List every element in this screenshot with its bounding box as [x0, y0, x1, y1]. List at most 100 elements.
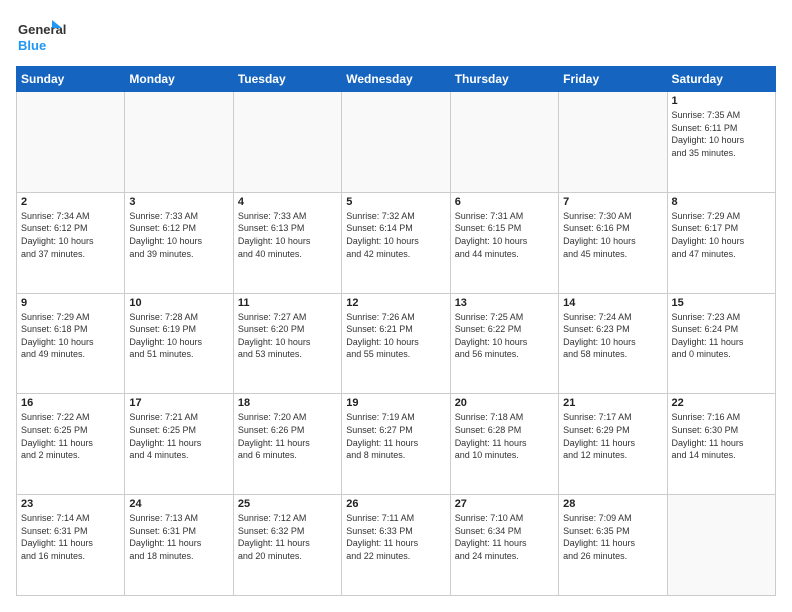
day-number: 4 [238, 196, 337, 208]
day-info: Sunrise: 7:12 AM Sunset: 6:32 PM Dayligh… [238, 512, 337, 562]
day-number: 12 [346, 297, 445, 309]
day-info: Sunrise: 7:23 AM Sunset: 6:24 PM Dayligh… [672, 311, 771, 361]
svg-text:General: General [18, 22, 66, 37]
day-number: 9 [21, 297, 120, 309]
day-number: 22 [672, 397, 771, 409]
calendar-cell: 28 Sunrise: 7:09 AM Sunset: 6:35 PM Dayli… [559, 495, 667, 596]
col-header-thursday: Thursday [450, 67, 558, 92]
day-number: 24 [129, 498, 228, 510]
day-number: 25 [238, 498, 337, 510]
col-header-friday: Friday [559, 67, 667, 92]
calendar-cell [559, 92, 667, 193]
day-info: Sunrise: 7:35 AM Sunset: 6:11 PM Dayligh… [672, 109, 771, 159]
calendar-cell: 18Sunrise: 7:20 AM Sunset: 6:26 PM Dayli… [233, 394, 341, 495]
calendar-cell: 9 Sunrise: 7:29 AM Sunset: 6:18 PM Daylig… [17, 293, 125, 394]
day-info: Sunrise: 7:11 AM Sunset: 6:33 PM Dayligh… [346, 512, 445, 562]
calendar-cell [17, 92, 125, 193]
calendar-cell: 24 Sunrise: 7:13 AM Sunset: 6:31 PM Dayli… [125, 495, 233, 596]
calendar-cell: 25 Sunrise: 7:12 AM Sunset: 6:32 PM Dayli… [233, 495, 341, 596]
day-info: Sunrise: 7:31 AM Sunset: 6:15 PM Dayligh… [455, 210, 554, 260]
calendar-cell: 14Sunrise: 7:24 AM Sunset: 6:23 PM Dayli… [559, 293, 667, 394]
calendar-header-row: SundayMondayTuesdayWednesdayThursdayFrid… [17, 67, 776, 92]
calendar-cell: 7 Sunrise: 7:30 AM Sunset: 6:16 PM Daylig… [559, 192, 667, 293]
calendar-cell: 11 Sunrise: 7:27 AM Sunset: 6:20 PM Dayli… [233, 293, 341, 394]
calendar-table: SundayMondayTuesdayWednesdayThursdayFrid… [16, 66, 776, 596]
day-info: Sunrise: 7:28 AM Sunset: 6:19 PM Dayligh… [129, 311, 228, 361]
day-info: Sunrise: 7:16 AM Sunset: 6:30 PM Dayligh… [672, 411, 771, 461]
day-number: 1 [672, 95, 771, 107]
day-number: 3 [129, 196, 228, 208]
day-info: Sunrise: 7:34 AM Sunset: 6:12 PM Dayligh… [21, 210, 120, 260]
day-number: 19 [346, 397, 445, 409]
calendar-cell: 3 Sunrise: 7:33 AM Sunset: 6:12 PM Daylig… [125, 192, 233, 293]
day-info: Sunrise: 7:10 AM Sunset: 6:34 PM Dayligh… [455, 512, 554, 562]
calendar-cell: 15 Sunrise: 7:23 AM Sunset: 6:24 PM Dayli… [667, 293, 775, 394]
calendar-cell: 13 Sunrise: 7:25 AM Sunset: 6:22 PM Dayli… [450, 293, 558, 394]
day-number: 17 [129, 397, 228, 409]
logo: GeneralBlue [16, 16, 66, 56]
day-info: Sunrise: 7:24 AM Sunset: 6:23 PM Dayligh… [563, 311, 662, 361]
calendar-cell: 27 Sunrise: 7:10 AM Sunset: 6:34 PM Dayli… [450, 495, 558, 596]
day-info: Sunrise: 7:33 AM Sunset: 6:12 PM Dayligh… [129, 210, 228, 260]
day-number: 7 [563, 196, 662, 208]
calendar-cell: 20 Sunrise: 7:18 AM Sunset: 6:28 PM Dayli… [450, 394, 558, 495]
day-number: 13 [455, 297, 554, 309]
day-number: 20 [455, 397, 554, 409]
day-info: Sunrise: 7:32 AM Sunset: 6:14 PM Dayligh… [346, 210, 445, 260]
calendar-cell: 12 Sunrise: 7:26 AM Sunset: 6:21 PM Dayli… [342, 293, 450, 394]
day-number: 26 [346, 498, 445, 510]
calendar-cell: 2 Sunrise: 7:34 AM Sunset: 6:12 PM Daylig… [17, 192, 125, 293]
calendar-cell: 1 Sunrise: 7:35 AM Sunset: 6:11 PM Daylig… [667, 92, 775, 193]
calendar-cell [125, 92, 233, 193]
day-info: Sunrise: 7:26 AM Sunset: 6:21 PM Dayligh… [346, 311, 445, 361]
day-info: Sunrise: 7:13 AM Sunset: 6:31 PM Dayligh… [129, 512, 228, 562]
svg-text:Blue: Blue [18, 38, 46, 53]
day-info: Sunrise: 7:29 AM Sunset: 6:18 PM Dayligh… [21, 311, 120, 361]
calendar-cell: 4Sunrise: 7:33 AM Sunset: 6:13 PM Daylig… [233, 192, 341, 293]
day-info: Sunrise: 7:25 AM Sunset: 6:22 PM Dayligh… [455, 311, 554, 361]
page: GeneralBlue SundayMondayTuesdayWednesday… [0, 0, 792, 612]
col-header-wednesday: Wednesday [342, 67, 450, 92]
calendar-cell: 16Sunrise: 7:22 AM Sunset: 6:25 PM Dayli… [17, 394, 125, 495]
day-info: Sunrise: 7:14 AM Sunset: 6:31 PM Dayligh… [21, 512, 120, 562]
calendar-week-1: 2 Sunrise: 7:34 AM Sunset: 6:12 PM Daylig… [17, 192, 776, 293]
col-header-monday: Monday [125, 67, 233, 92]
day-number: 5 [346, 196, 445, 208]
day-number: 27 [455, 498, 554, 510]
day-number: 15 [672, 297, 771, 309]
day-number: 11 [238, 297, 337, 309]
day-number: 10 [129, 297, 228, 309]
day-number: 21 [563, 397, 662, 409]
calendar-cell: 21Sunrise: 7:17 AM Sunset: 6:29 PM Dayli… [559, 394, 667, 495]
calendar-week-2: 9 Sunrise: 7:29 AM Sunset: 6:18 PM Daylig… [17, 293, 776, 394]
calendar-cell: 19 Sunrise: 7:19 AM Sunset: 6:27 PM Dayli… [342, 394, 450, 495]
day-number: 16 [21, 397, 120, 409]
calendar-cell: 6Sunrise: 7:31 AM Sunset: 6:15 PM Daylig… [450, 192, 558, 293]
calendar-cell: 5 Sunrise: 7:32 AM Sunset: 6:14 PM Daylig… [342, 192, 450, 293]
day-number: 2 [21, 196, 120, 208]
day-info: Sunrise: 7:30 AM Sunset: 6:16 PM Dayligh… [563, 210, 662, 260]
calendar-cell: 22 Sunrise: 7:16 AM Sunset: 6:30 PM Dayli… [667, 394, 775, 495]
calendar-cell: 8 Sunrise: 7:29 AM Sunset: 6:17 PM Daylig… [667, 192, 775, 293]
calendar-cell [450, 92, 558, 193]
day-number: 8 [672, 196, 771, 208]
calendar-cell: 23 Sunrise: 7:14 AM Sunset: 6:31 PM Dayli… [17, 495, 125, 596]
col-header-sunday: Sunday [17, 67, 125, 92]
day-number: 28 [563, 498, 662, 510]
calendar-cell: 17 Sunrise: 7:21 AM Sunset: 6:25 PM Dayli… [125, 394, 233, 495]
col-header-saturday: Saturday [667, 67, 775, 92]
calendar-cell [233, 92, 341, 193]
day-info: Sunrise: 7:20 AM Sunset: 6:26 PM Dayligh… [238, 411, 337, 461]
day-info: Sunrise: 7:09 AM Sunset: 6:35 PM Dayligh… [563, 512, 662, 562]
day-info: Sunrise: 7:19 AM Sunset: 6:27 PM Dayligh… [346, 411, 445, 461]
logo-svg: GeneralBlue [16, 16, 66, 56]
calendar-cell [342, 92, 450, 193]
calendar-week-3: 16Sunrise: 7:22 AM Sunset: 6:25 PM Dayli… [17, 394, 776, 495]
day-info: Sunrise: 7:18 AM Sunset: 6:28 PM Dayligh… [455, 411, 554, 461]
day-info: Sunrise: 7:29 AM Sunset: 6:17 PM Dayligh… [672, 210, 771, 260]
calendar-cell: 26 Sunrise: 7:11 AM Sunset: 6:33 PM Dayli… [342, 495, 450, 596]
day-info: Sunrise: 7:21 AM Sunset: 6:25 PM Dayligh… [129, 411, 228, 461]
day-number: 23 [21, 498, 120, 510]
day-info: Sunrise: 7:27 AM Sunset: 6:20 PM Dayligh… [238, 311, 337, 361]
calendar-cell: 10 Sunrise: 7:28 AM Sunset: 6:19 PM Dayli… [125, 293, 233, 394]
